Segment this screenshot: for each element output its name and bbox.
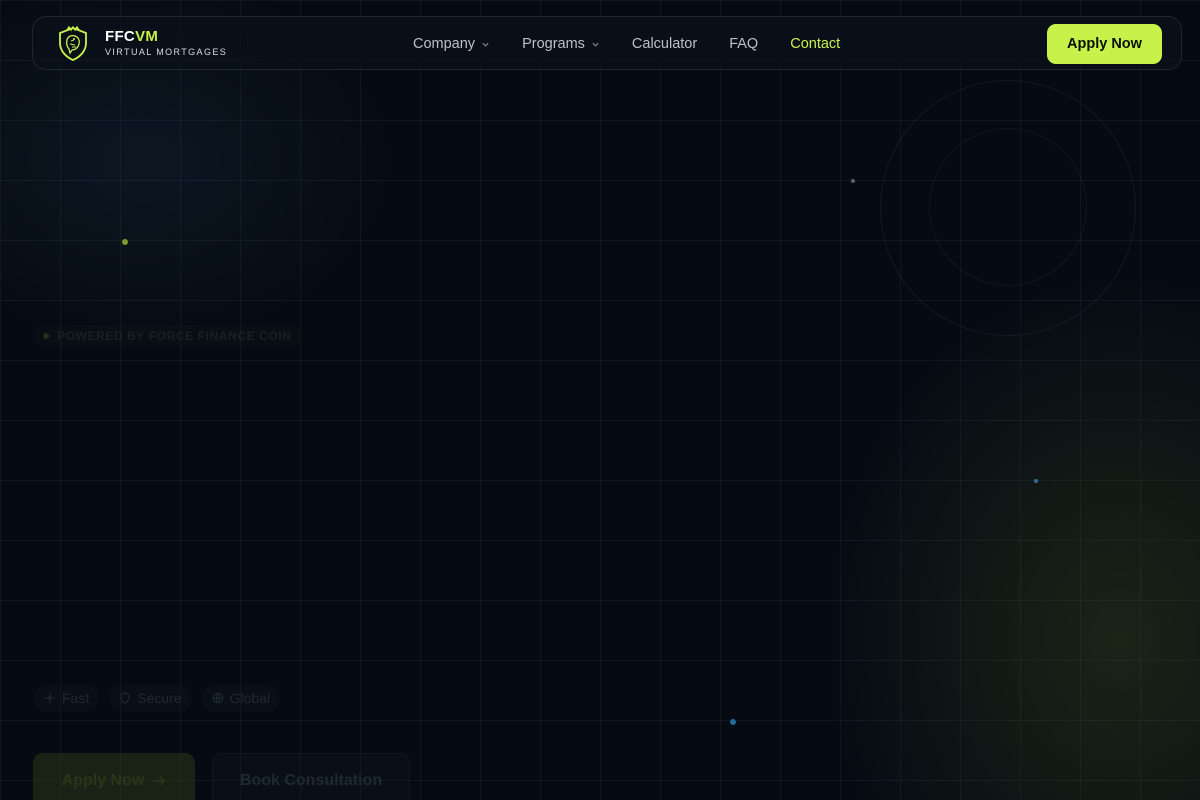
brand-name: FFCVM bbox=[105, 29, 227, 45]
book-consultation-button[interactable]: Book Consultation bbox=[212, 753, 410, 800]
nav-item-label: FAQ bbox=[729, 36, 759, 52]
nav-item-label: Programs bbox=[522, 36, 585, 52]
globe-icon bbox=[212, 692, 223, 704]
decorative-dot bbox=[730, 719, 736, 725]
feature-label: Fast bbox=[62, 690, 90, 706]
feature-secure: Secure bbox=[109, 684, 192, 712]
feature-label: Secure bbox=[137, 690, 182, 706]
nav-item-contact[interactable]: Contact bbox=[790, 36, 840, 52]
feature-fast: Fast bbox=[34, 684, 100, 712]
hero-features: Fast Secure Global bbox=[34, 684, 290, 712]
nav-links: Company Programs Calculator FAQ Contact bbox=[413, 17, 872, 71]
brand-tagline: VIRTUAL MORTGAGES bbox=[105, 47, 228, 57]
feature-global: Global bbox=[201, 684, 281, 712]
page: FFCVM VIRTUAL MORTGAGES Company Programs… bbox=[0, 0, 1200, 800]
badge-text: POWERED BY FORCE FINANCE COIN bbox=[57, 329, 292, 343]
brand-name-first: FFC bbox=[105, 28, 136, 45]
nav-item-label: Company bbox=[413, 36, 476, 52]
decorative-dot bbox=[851, 179, 855, 183]
decorative-ring-inner bbox=[929, 128, 1087, 286]
nav-item-faq[interactable]: FAQ bbox=[729, 36, 758, 52]
feature-label: Global bbox=[229, 690, 271, 706]
decorative-dot bbox=[1034, 479, 1038, 483]
apply-now-button[interactable]: Apply Now bbox=[1047, 24, 1162, 64]
chevron-down-icon bbox=[592, 42, 599, 47]
nav-item-label: Calculator bbox=[631, 36, 698, 52]
shield-icon bbox=[120, 692, 130, 704]
nav-item-programs[interactable]: Programs bbox=[522, 36, 600, 52]
decorative-dot bbox=[122, 239, 128, 245]
lightning-icon bbox=[45, 693, 55, 703]
hero-apply-now-button[interactable]: Apply Now bbox=[33, 753, 195, 800]
nav-item-company[interactable]: Company bbox=[413, 36, 490, 52]
brand-name-second: VM bbox=[135, 28, 159, 45]
top-navbar: FFCVM VIRTUAL MORTGAGES Company Programs… bbox=[32, 16, 1182, 70]
nav-item-label: Contact bbox=[790, 36, 841, 52]
arrow-right-icon bbox=[154, 776, 166, 786]
chevron-down-icon bbox=[482, 42, 489, 47]
brand-logo-link[interactable]: FFCVM VIRTUAL MORTGAGES bbox=[55, 26, 227, 62]
brand-text: FFCVM VIRTUAL MORTGAGES bbox=[105, 29, 227, 59]
nav-item-calculator[interactable]: Calculator bbox=[632, 36, 697, 52]
lion-shield-icon bbox=[59, 26, 87, 61]
badge-dot-icon bbox=[43, 333, 49, 339]
hero-apply-label: Apply Now bbox=[61, 772, 145, 789]
hero-badge: POWERED BY FORCE FINANCE COIN bbox=[33, 325, 302, 347]
